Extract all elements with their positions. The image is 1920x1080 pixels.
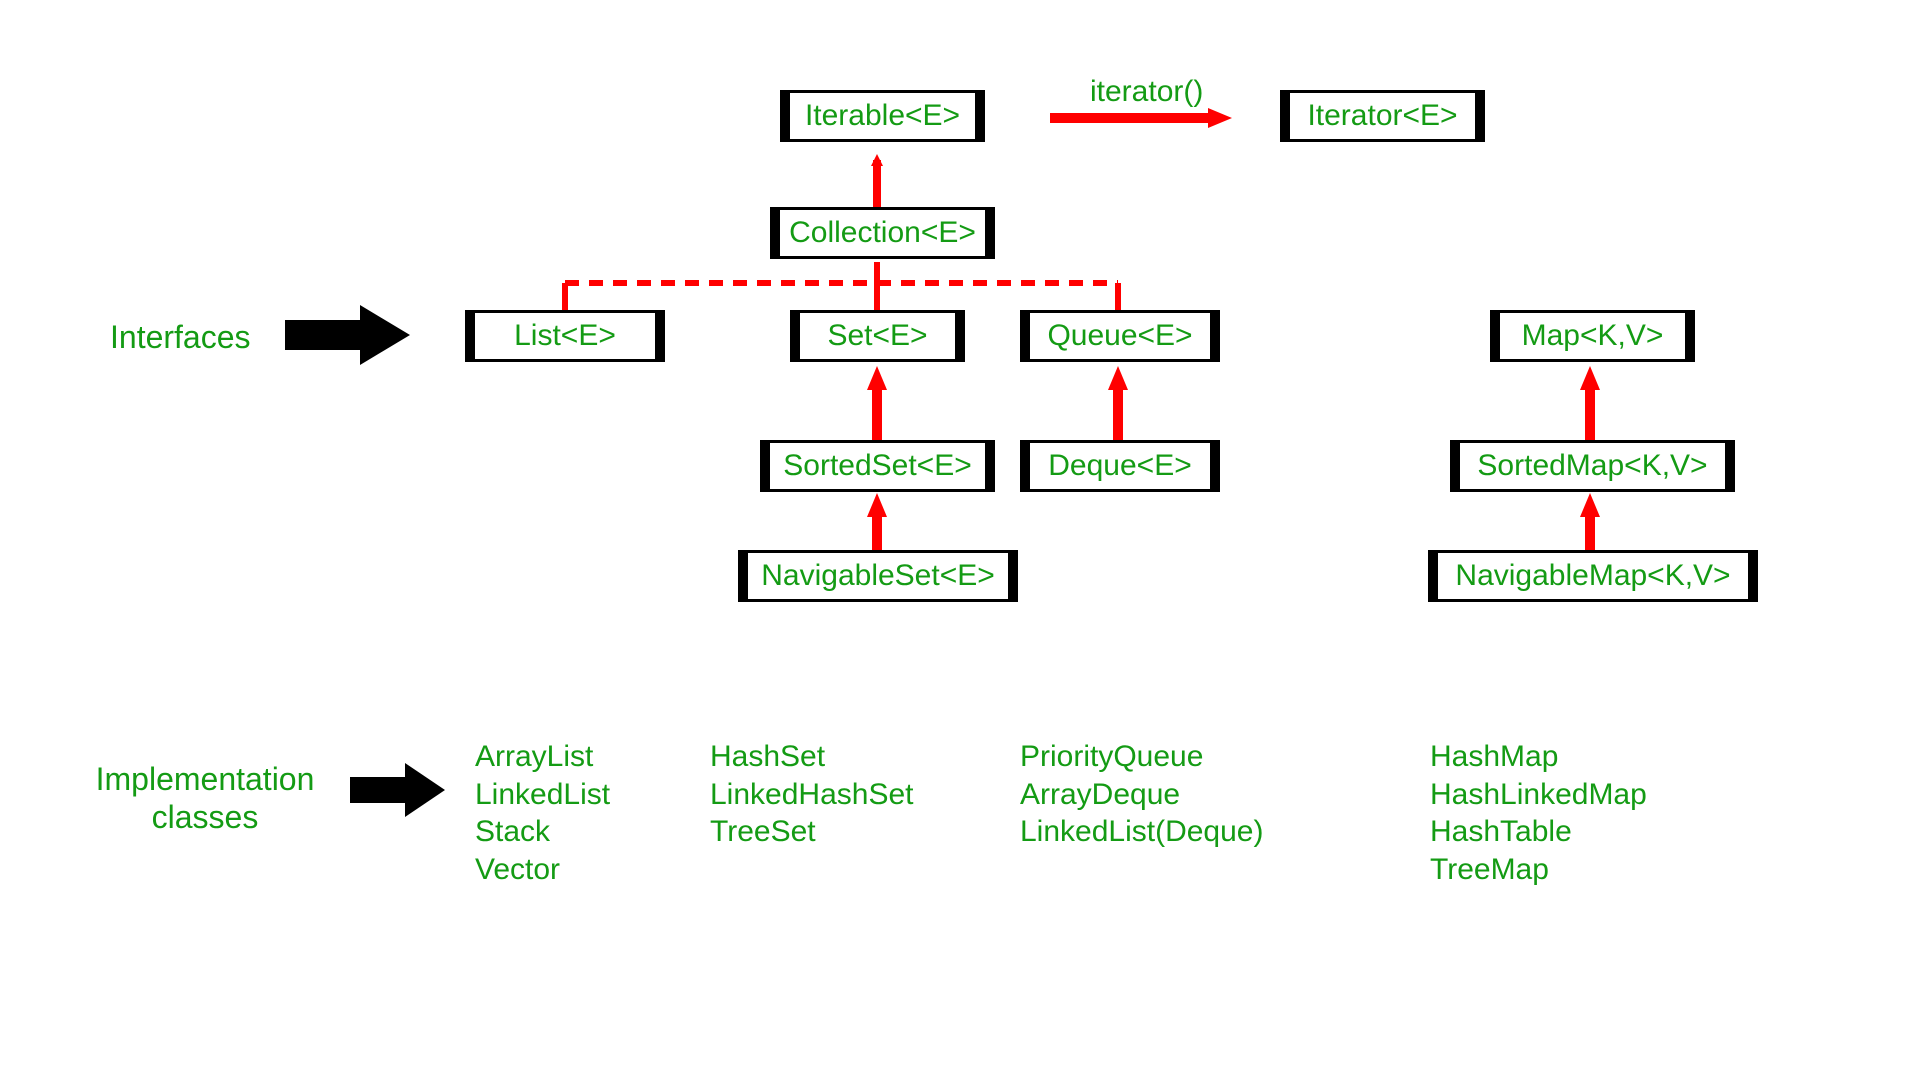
impl-set-2: TreeSet [710,813,913,851]
impl-set-0: HashSet [710,738,913,776]
box-iterable: Iterable<E> [780,90,985,142]
box-set: Set<E> [790,310,965,362]
impl-list-col: ArrayList LinkedList Stack Vector [475,738,610,888]
interfaces-label: Interfaces [110,318,251,356]
impl-set-1: LinkedHashSet [710,776,913,814]
iterator-method-label: iterator() [1090,75,1203,109]
impl-map-3: TreeMap [1430,851,1647,889]
impl-map-2: HashTable [1430,813,1647,851]
black-arrow-implementations [350,760,450,820]
box-map: Map<K,V> [1490,310,1695,362]
box-iterator: Iterator<E> [1280,90,1485,142]
box-list: List<E> [465,310,665,362]
implementation-classes-l2: classes [152,799,259,835]
impl-map-0: HashMap [1430,738,1647,776]
impl-list-1: LinkedList [475,776,610,814]
box-sortedmap: SortedMap<K,V> [1450,440,1735,492]
box-queue: Queue<E> [1020,310,1220,362]
collections-diagram: Interfaces Iterable<E> iterator() Iterat… [0,0,1920,1080]
implementation-classes-l1: Implementation [96,761,315,797]
box-collection: Collection<E> [770,207,995,259]
box-deque: Deque<E> [1020,440,1220,492]
box-sortedset: SortedSet<E> [760,440,995,492]
impl-set-col: HashSet LinkedHashSet TreeSet [710,738,913,851]
impl-list-0: ArrayList [475,738,610,776]
impl-queue-0: PriorityQueue [1020,738,1263,776]
black-arrow-interfaces [285,300,415,370]
box-navigablemap: NavigableMap<K,V> [1428,550,1758,602]
box-navigableset: NavigableSet<E> [738,550,1018,602]
impl-queue-1: ArrayDeque [1020,776,1263,814]
impl-queue-col: PriorityQueue ArrayDeque LinkedList(Dequ… [1020,738,1263,851]
impl-queue-2: LinkedList(Deque) [1020,813,1263,851]
implementation-classes-label: Implementation classes [65,760,345,837]
connectors-layer [0,0,1920,1080]
impl-list-2: Stack [475,813,610,851]
impl-map-col: HashMap HashLinkedMap HashTable TreeMap [1430,738,1647,888]
impl-list-3: Vector [475,851,610,889]
impl-map-1: HashLinkedMap [1430,776,1647,814]
